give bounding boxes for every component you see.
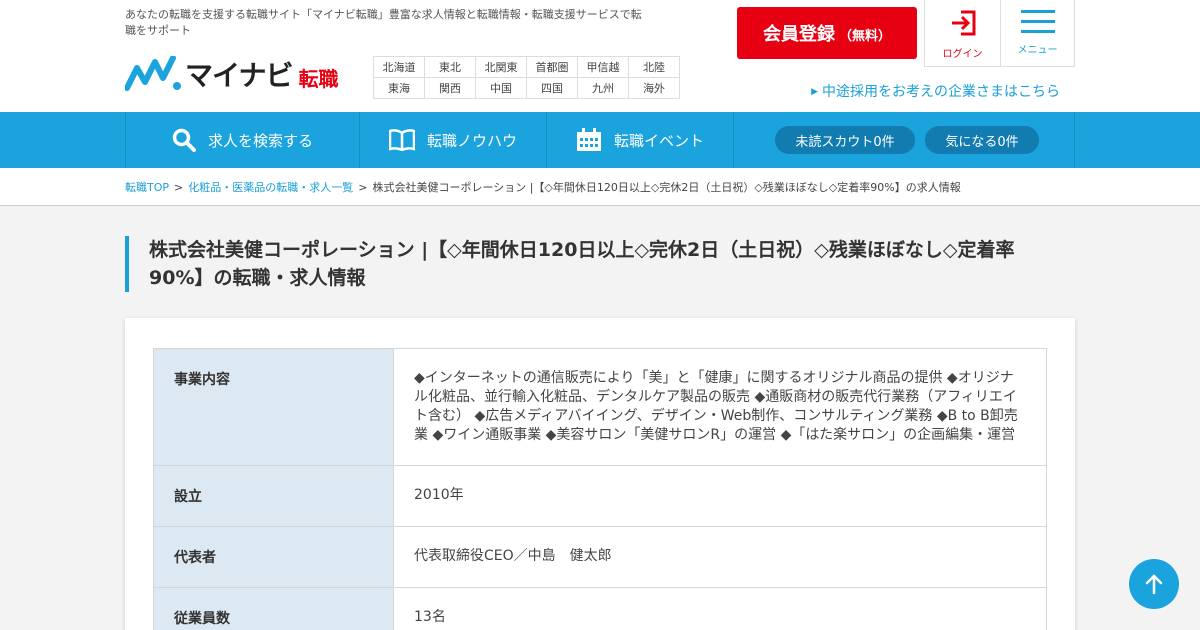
region-link[interactable]: 四国 — [526, 77, 578, 99]
login-label: ログイン — [942, 49, 983, 60]
table-row: 代表者 代表取締役CEO／中島 健太郎 — [153, 526, 1047, 588]
region-link[interactable]: 北関東 — [475, 56, 527, 78]
login-button[interactable]: ログイン — [924, 0, 1000, 67]
info-value: 13名 — [393, 587, 1047, 630]
region-link[interactable]: 九州 — [577, 77, 629, 99]
info-value: ◆インターネットの通信販売により「美」と「健康」に関するオリジナル商品の提供 ◆… — [393, 348, 1047, 466]
hamburger-icon — [1020, 10, 1055, 33]
scout-count-button[interactable]: 未読スカウト0件 — [775, 126, 915, 154]
register-button[interactable]: 会員登録 （無料） — [737, 7, 917, 59]
region-link[interactable]: 甲信越 — [577, 56, 629, 78]
register-button-label: 会員登録 — [762, 24, 835, 45]
nav-event[interactable]: 転職イベント — [547, 112, 734, 168]
site-header: あなたの転職を支援する転職サイト「マイナビ転職」豊富な求人情報と転職情報・転職支… — [0, 0, 1200, 112]
region-link[interactable]: 東海 — [373, 77, 425, 99]
site-tagline: あなたの転職を支援する転職サイト「マイナビ転職」豊富な求人情報と転職情報・転職支… — [125, 8, 642, 37]
table-row: 従業員数 13名 — [153, 587, 1047, 630]
info-value: 代表取締役CEO／中島 健太郎 — [393, 526, 1047, 588]
menu-button[interactable]: メニュー — [1000, 0, 1075, 67]
nav-knowhow-label: 転職ノウハウ — [426, 131, 517, 150]
site-logo[interactable]: マイナビ 転職 — [125, 56, 338, 92]
nav-event-label: 転職イベント — [613, 131, 704, 150]
register-button-sublabel: （無料） — [838, 29, 891, 44]
region-link[interactable]: 中国 — [475, 77, 527, 99]
logo-mark-icon — [125, 56, 181, 91]
page-title: 株式会社美健コーポレーション |【◇年間休日120日以上◇完休2日（土日祝）◇残… — [125, 236, 1065, 292]
breadcrumb-category[interactable]: 化粧品・医薬品の転職・求人一覧 — [188, 181, 353, 194]
book-icon — [388, 129, 415, 151]
nav-status: 未読スカウト0件 気になる0件 — [734, 112, 1075, 168]
info-label: 代表者 — [153, 526, 394, 588]
breadcrumb-separator: > — [174, 181, 184, 194]
company-info-card: 事業内容 ◆インターネットの通信販売により「美」と「健康」に関するオリジナル商品… — [125, 318, 1075, 630]
breadcrumb-separator: > — [358, 181, 368, 194]
region-link[interactable]: 関西 — [424, 77, 476, 99]
logo-text: マイナビ — [185, 59, 293, 92]
logo-subtext: 転職 — [298, 66, 339, 91]
arrow-up-icon — [1145, 574, 1163, 595]
info-value: 2010年 — [393, 465, 1047, 527]
table-row: 事業内容 ◆インターネットの通信販売により「美」と「健康」に関するオリジナル商品… — [153, 348, 1047, 466]
global-nav: 求人を検索する 転職ノウハウ 転職イベント 未読スカウト0件 気になる0件 — [0, 112, 1200, 168]
breadcrumb-bar: 転職TOP > 化粧品・医薬品の転職・求人一覧 > 株式会社美健コーポレーション |【◇… — [0, 168, 1200, 206]
info-label: 設立 — [153, 465, 394, 527]
calendar-icon — [576, 128, 601, 151]
breadcrumb: 転職TOP > 化粧品・医薬品の転職・求人一覧 > 株式会社美健コーポレーション |【◇… — [125, 179, 961, 195]
breadcrumb-current: 株式会社美健コーポレーション |【◇年間休日120日以上◇完休2日（土日祝）◇残… — [372, 181, 961, 194]
region-link[interactable]: 北海道 — [373, 56, 425, 78]
nav-divider — [1074, 112, 1075, 168]
nav-search[interactable]: 求人を検索する — [126, 112, 360, 168]
region-link[interactable]: 北陸 — [628, 56, 680, 78]
search-icon — [172, 128, 196, 152]
login-icon — [951, 10, 975, 36]
corporate-link-text: 中途採用をお考えの企業さまはこちら — [822, 84, 1060, 100]
favorite-count-button[interactable]: 気になる0件 — [925, 126, 1039, 154]
nav-knowhow[interactable]: 転職ノウハウ — [360, 112, 547, 168]
corporate-link[interactable]: ▶ 中途採用をお考えの企業さまはこちら — [811, 81, 1060, 101]
company-info-table: 事業内容 ◆インターネットの通信販売により「美」と「健康」に関するオリジナル商品… — [153, 348, 1047, 630]
table-row: 設立 2010年 — [153, 465, 1047, 527]
region-link[interactable]: 海外 — [628, 77, 680, 99]
triangle-right-icon: ▶ — [811, 87, 818, 97]
region-link[interactable]: 東北 — [424, 56, 476, 78]
info-label: 従業員数 — [153, 587, 394, 630]
nav-search-label: 求人を検索する — [207, 131, 313, 150]
menu-label: メニュー — [1017, 45, 1058, 56]
info-label: 事業内容 — [153, 348, 394, 466]
region-link[interactable]: 首都圏 — [526, 56, 578, 78]
region-selector: 北海道 東北 北関東 首都圏 甲信越 北陸 東海 関西 中国 四国 九州 海外 — [373, 56, 680, 99]
back-to-top-button[interactable] — [1129, 559, 1179, 609]
breadcrumb-home[interactable]: 転職TOP — [125, 181, 169, 194]
